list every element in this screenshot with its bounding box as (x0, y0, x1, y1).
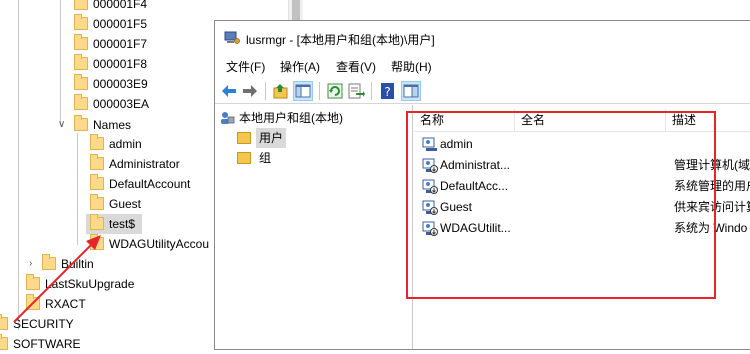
folder-icon (74, 94, 88, 110)
menu-file[interactable]: 文件(F) (222, 57, 269, 77)
folder-icon (74, 34, 88, 50)
registry-key-label: Builtin (61, 257, 94, 271)
toolbar-separator (265, 82, 266, 100)
action-pane-icon (403, 84, 419, 98)
folder-icon (74, 115, 88, 131)
registry-key-label: SECURITY (13, 317, 74, 331)
folder-icon (26, 294, 40, 310)
scope-root-label: 本地用户和组(本地) (239, 111, 343, 125)
registry-key-label: 000001F5 (93, 17, 148, 31)
folder-icon (74, 54, 88, 70)
folder-icon (74, 74, 88, 90)
registry-key-label: 000003E9 (93, 77, 148, 91)
registry-key-label: 000001F8 (93, 57, 148, 71)
export-list-button[interactable] (346, 81, 366, 101)
folder-icon (74, 14, 88, 30)
svg-text:?: ? (384, 85, 390, 99)
folder-icon (90, 234, 104, 250)
folder-icon (0, 334, 8, 350)
registry-key-label: RXACT (45, 297, 86, 311)
registry-key-label: Names (93, 118, 132, 132)
computer-management-icon (224, 31, 240, 44)
registry-key-label: 000001F7 (93, 37, 148, 51)
registry-key-label: WDAGUtilityAccou (109, 237, 210, 251)
menu-bar: 文件(F) 操作(A) 查看(V) 帮助(H) (215, 57, 750, 77)
scope-item-users[interactable]: 用户 (237, 128, 397, 148)
folder-icon (90, 194, 104, 210)
scope-item-groups[interactable]: 组 (237, 148, 397, 168)
refresh-button[interactable] (325, 81, 345, 101)
folder-up-icon (273, 84, 288, 99)
scope-item-label: 组 (259, 151, 272, 165)
registry-key-label: DefaultAccount (109, 177, 191, 191)
show-action-pane-button[interactable] (401, 81, 421, 101)
chevron-right-icon[interactable]: › (29, 254, 32, 274)
console-tree-icon (295, 84, 311, 98)
menu-view[interactable]: 查看(V) (332, 57, 380, 77)
annotation-highlight-box (406, 111, 716, 299)
registry-key-label: LastSkuUpgrade (45, 277, 135, 291)
scope-item-label: 用户 (256, 128, 287, 148)
folder-icon (90, 174, 104, 190)
folder-icon (0, 314, 8, 330)
forward-button[interactable] (240, 81, 260, 101)
menu-action[interactable]: 操作(A) (276, 57, 324, 77)
registry-key-label: Guest (109, 197, 142, 211)
registry-key-label: test$ (109, 217, 136, 231)
folder-icon (237, 132, 251, 144)
folder-icon (90, 154, 104, 170)
export-list-icon (348, 83, 365, 99)
up-level-button[interactable] (271, 81, 291, 101)
registry-key-000001f4[interactable]: 000001F4 (0, 0, 288, 14)
help-icon: ? (381, 83, 394, 99)
scope-tree-pane: 本地用户和组(本地) 用户 组 (215, 105, 413, 349)
show-console-tree-button[interactable] (293, 81, 313, 101)
folder-icon (90, 134, 104, 150)
scrollbar-thumb[interactable] (292, 0, 300, 20)
refresh-icon (327, 83, 343, 99)
registry-key-label: 000001F4 (93, 0, 148, 11)
title-bar[interactable]: lusrmgr - [本地用户和组(本地)\用户] (215, 21, 750, 55)
back-arrow-icon (222, 85, 236, 97)
folder-icon (26, 274, 40, 290)
toolbar: ? (215, 79, 750, 104)
back-button[interactable] (219, 81, 239, 101)
registry-key-label: SOFTWARE (13, 337, 81, 351)
help-button[interactable]: ? (378, 81, 398, 101)
scope-root-local-users-groups[interactable]: 本地用户和组(本地) (219, 108, 409, 128)
chevron-down-icon[interactable]: ∨ (58, 115, 65, 135)
folder-icon (90, 214, 104, 230)
registry-key-label: Administrator (109, 157, 180, 171)
folder-icon (237, 152, 251, 164)
registry-key-label: admin (109, 137, 142, 151)
forward-arrow-icon (243, 85, 257, 97)
toolbar-separator (319, 82, 320, 100)
toolbar-separator (371, 82, 372, 100)
window-title: lusrmgr - [本地用户和组(本地)\用户] (246, 33, 435, 47)
folder-icon (42, 254, 56, 270)
registry-key-label: 000003EA (93, 97, 150, 111)
menu-help[interactable]: 帮助(H) (387, 57, 436, 77)
users-groups-icon (221, 112, 235, 124)
folder-icon (74, 0, 88, 10)
